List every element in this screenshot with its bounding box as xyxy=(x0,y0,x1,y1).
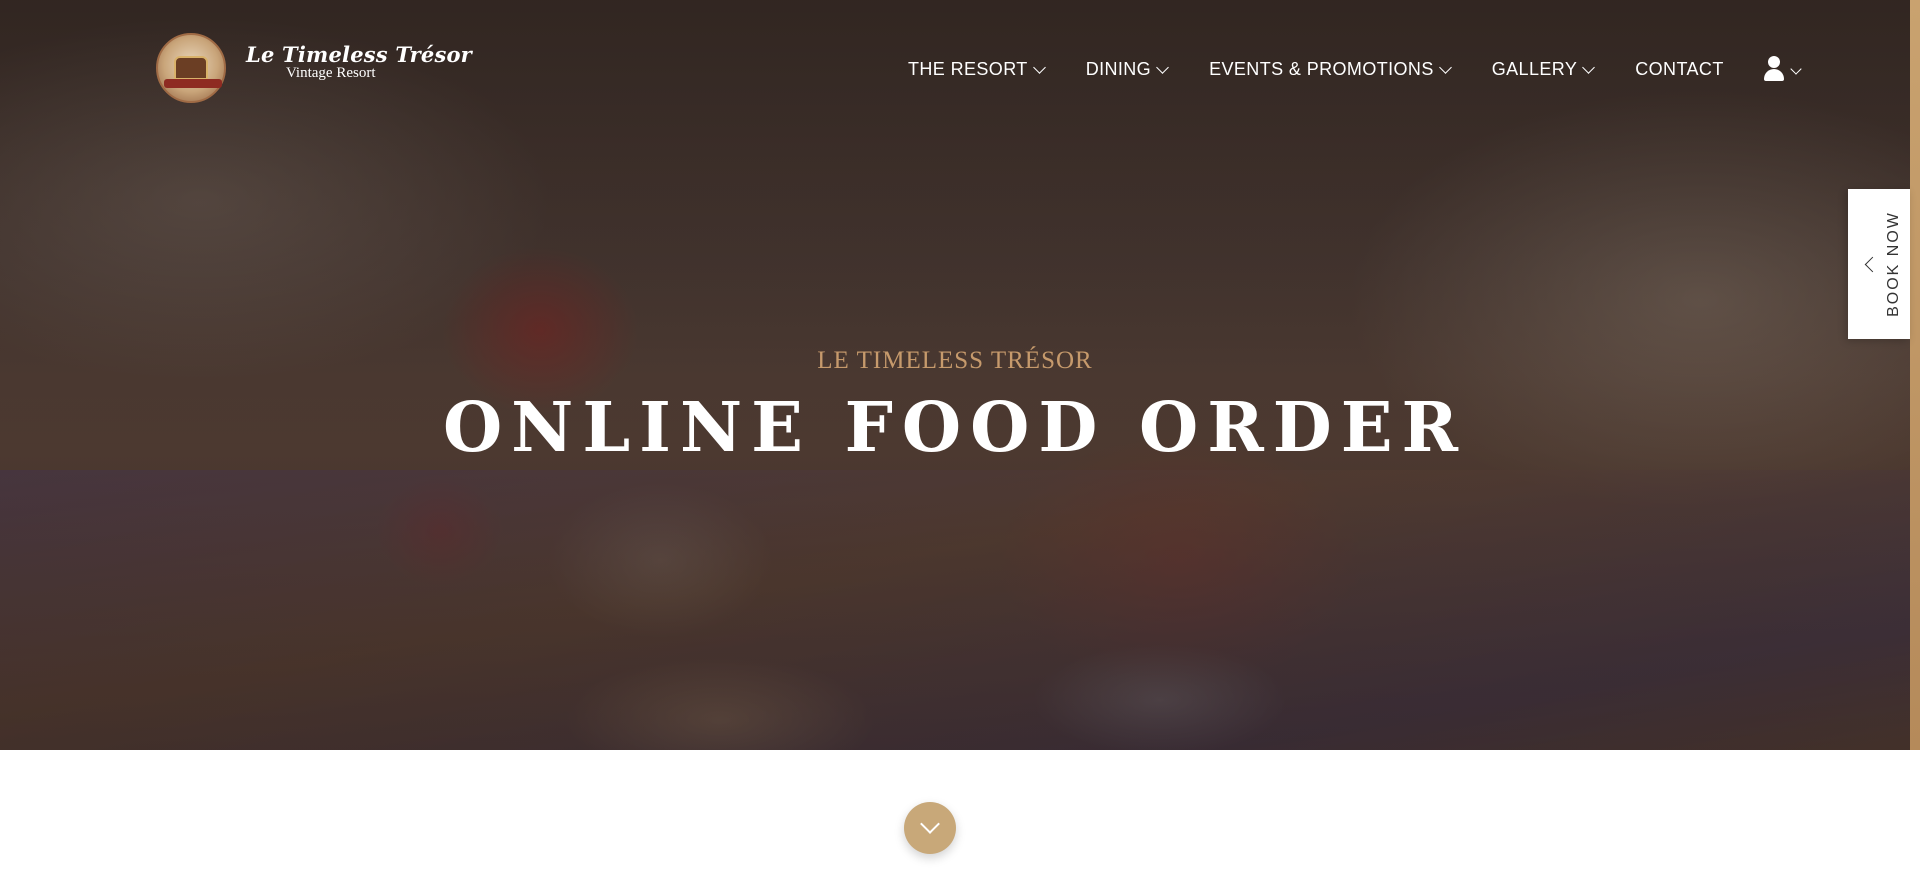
main-nav: THE RESORT DINING EVENTS & PROMOTIONS GA… xyxy=(908,56,1802,82)
hero-dark-overlay xyxy=(0,0,1910,750)
brand-tagline: Vintage Resort xyxy=(286,65,376,81)
nav-item-gallery[interactable]: GALLERY xyxy=(1491,58,1596,80)
chevron-down-icon xyxy=(1032,60,1046,74)
scroll-down-button[interactable] xyxy=(904,802,956,854)
account-menu-button[interactable] xyxy=(1762,56,1802,82)
user-icon xyxy=(1762,56,1786,82)
brand-wordmark[interactable]: Le Timeless Trésor Vintage Resort xyxy=(246,42,472,82)
chevron-down-icon xyxy=(1156,60,1169,74)
nav-item-events-promotions[interactable]: EVENTS & PROMOTIONS xyxy=(1209,58,1452,80)
logo-ribbon xyxy=(164,79,222,88)
chevron-down-icon xyxy=(1438,60,1452,74)
chevron-down-icon xyxy=(1582,60,1596,74)
hero-banner xyxy=(0,0,1910,750)
chevron-down-icon xyxy=(920,814,940,834)
nav-item-label: CONTACT xyxy=(1635,58,1724,79)
brand-name: Le Timeless Trésor xyxy=(246,42,472,67)
nav-item-the-resort[interactable]: THE RESORT xyxy=(908,58,1046,80)
scrollbar-strip[interactable] xyxy=(1910,0,1920,750)
treasure-chest-icon xyxy=(174,56,208,80)
nav-item-label: GALLERY xyxy=(1491,58,1578,79)
nav-item-label: THE RESORT xyxy=(908,58,1028,79)
nav-item-label: DINING xyxy=(1085,58,1152,79)
chevron-down-icon xyxy=(1790,63,1802,75)
nav-item-contact[interactable]: CONTACT xyxy=(1635,59,1723,80)
brand-logo[interactable] xyxy=(156,33,226,103)
book-now-button[interactable]: BOOK NOW xyxy=(1848,189,1910,339)
nav-item-label: EVENTS & PROMOTIONS xyxy=(1209,58,1434,79)
chevron-left-icon xyxy=(1864,256,1881,273)
nav-item-dining[interactable]: DINING xyxy=(1085,58,1169,80)
hero-kicker: LE TIMELESS TRÉSOR xyxy=(817,347,1093,374)
page-title: ONLINE FOOD ORDER xyxy=(442,388,1468,468)
book-now-label: BOOK NOW xyxy=(1885,211,1902,317)
